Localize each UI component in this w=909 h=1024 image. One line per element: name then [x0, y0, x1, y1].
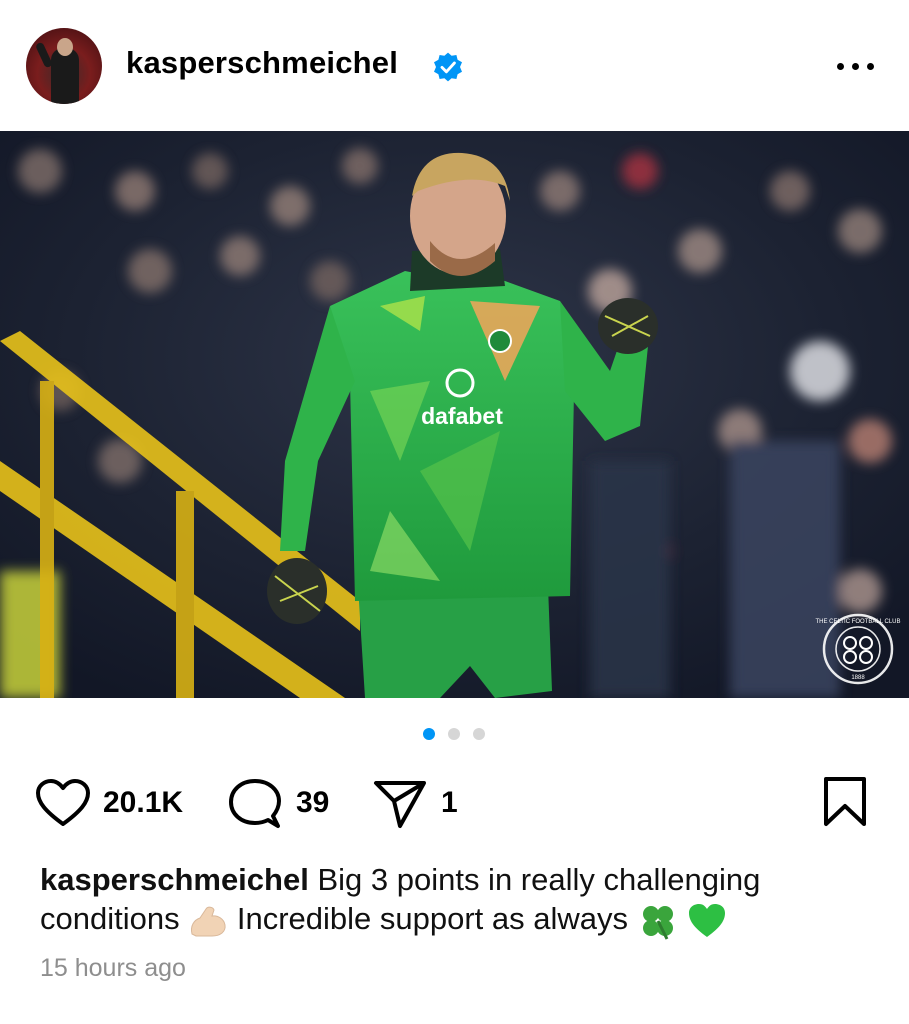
svg-text:1888: 1888 — [851, 675, 865, 681]
carousel-dot — [448, 728, 460, 740]
post-caption: kasperschmeichel Big 3 points in really … — [40, 860, 870, 941]
green-heart-emoji — [689, 903, 726, 937]
caption-text-2b: Incredible support as always — [236, 901, 628, 936]
comment-count[interactable]: 39 — [296, 786, 329, 820]
svg-text:THE CELTIC FOOTBALL CLUB: THE CELTIC FOOTBALL CLUB — [815, 619, 900, 625]
carousel-dot-active — [423, 728, 435, 740]
post-photo: dafabet THE CELTIC FOOTBALL CLUB 1888 — [0, 131, 909, 698]
post-image[interactable]: dafabet THE CELTIC FOOTBALL CLUB 1888 — [0, 131, 909, 698]
post-actions: 20.1K 39 1 — [0, 772, 909, 830]
caption-username[interactable]: kasperschmeichel — [40, 862, 309, 897]
caption-text-2a: conditions — [40, 901, 180, 936]
carousel-dot — [473, 728, 485, 740]
post-timestamp: 15 hours ago — [40, 954, 186, 982]
comment-icon[interactable] — [228, 778, 282, 830]
carousel-indicator — [0, 726, 909, 742]
jersey-sponsor: dafabet — [421, 403, 503, 429]
username[interactable]: kasperschmeichel — [126, 45, 398, 81]
profile-avatar[interactable] — [26, 28, 102, 104]
flexed-biceps-emoji — [191, 906, 226, 937]
post-header: kasperschmeichel — [0, 0, 909, 131]
verified-badge-icon — [434, 52, 462, 82]
bookmark-icon[interactable] — [822, 776, 868, 828]
send-icon[interactable] — [372, 778, 428, 830]
four-leaf-clover-emoji — [642, 905, 673, 940]
caption-text-1: Big 3 points in really challenging — [317, 862, 761, 897]
like-count[interactable]: 20.1K — [103, 786, 183, 820]
more-options-button[interactable] — [834, 52, 878, 80]
heart-icon[interactable] — [35, 778, 91, 828]
share-count[interactable]: 1 — [441, 786, 458, 820]
more-horizontal-icon — [837, 63, 844, 70]
